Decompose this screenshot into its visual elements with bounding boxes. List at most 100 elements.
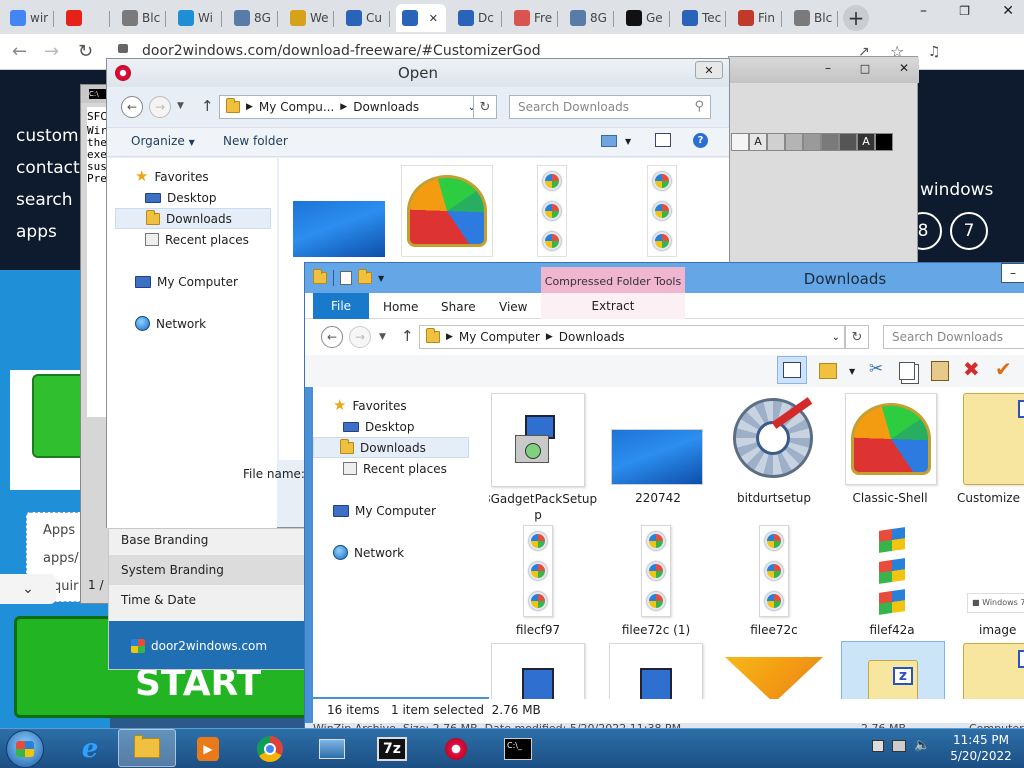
forward-icon[interactable]: → <box>44 41 59 62</box>
file-thumbnail[interactable] <box>727 391 819 485</box>
media-icon[interactable]: ♫ <box>928 44 941 60</box>
tree-my-computer[interactable]: My Computer <box>329 500 436 521</box>
tree-downloads[interactable]: Downloads <box>115 208 271 229</box>
new-folder-button[interactable]: New folder <box>223 134 288 148</box>
browser-tab[interactable]: Wi <box>172 4 222 32</box>
file-thumbnail[interactable] <box>875 525 909 617</box>
file-thumbnail-orbs[interactable] <box>537 165 567 257</box>
recent-dropdown-icon[interactable]: ▼ <box>379 332 386 342</box>
taskbar-ie[interactable]: e <box>64 730 116 768</box>
file-thumbnail-220742[interactable] <box>293 201 385 257</box>
folder-icon[interactable] <box>313 269 327 284</box>
close-button[interactable]: ✕ <box>695 61 723 79</box>
forward-button[interactable]: → <box>349 326 371 348</box>
tree-downloads[interactable]: Downloads <box>313 437 469 458</box>
tree-recent-places[interactable]: Recent places <box>339 458 447 479</box>
start-button[interactable] <box>6 730 44 768</box>
forward-button[interactable]: → <box>149 96 171 118</box>
breadcrumb-item[interactable]: Downloads <box>559 330 625 344</box>
taskbar-console[interactable]: C:\_ <box>492 730 544 768</box>
tree-network[interactable]: Network <box>329 542 404 563</box>
browser-tab[interactable]: 8G <box>228 4 278 32</box>
close-tab-icon[interactable]: ✕ <box>429 12 438 25</box>
taskbar-explorer[interactable] <box>118 729 176 767</box>
delete-icon[interactable]: ✖ <box>963 357 980 381</box>
back-icon[interactable]: ← <box>12 41 27 62</box>
search-input[interactable]: Search Downloads <box>883 325 1024 349</box>
tree-network[interactable]: Network <box>131 313 206 334</box>
network-tray-icon[interactable] <box>892 739 906 752</box>
customizer-row[interactable]: Time & Date <box>121 593 196 607</box>
nav-link[interactable]: customi <box>16 126 83 146</box>
organize-button[interactable]: Organize ▼ <box>131 134 195 148</box>
nav-link[interactable]: contact <box>16 158 80 178</box>
restore-icon[interactable]: ❐ <box>959 4 970 18</box>
ribbon-tab-view[interactable]: View <box>499 300 527 314</box>
taskbar-media-player[interactable]: ▶ <box>182 730 234 768</box>
preview-pane-icon[interactable] <box>655 133 671 147</box>
file-thumbnail-orbs[interactable] <box>647 165 677 257</box>
address-bar[interactable]: door2windows.com/download-freeware/#Cust… <box>142 43 541 59</box>
tree-favorites[interactable]: ★ Favorites <box>131 166 209 187</box>
file-thumbnail[interactable] <box>725 657 823 699</box>
browser-tab[interactable]: Tec <box>676 4 726 32</box>
file-thumbnail[interactable] <box>491 643 585 699</box>
new-tab-button[interactable]: + <box>843 5 869 31</box>
clock[interactable]: 11:45 PM 5/20/2022 <box>946 732 1016 764</box>
file-thumbnail[interactable]: z <box>963 643 1024 699</box>
tree-desktop[interactable]: Desktop <box>141 187 217 208</box>
color-swatch[interactable] <box>731 133 749 151</box>
customizer-row[interactable]: Base Branding <box>121 533 208 547</box>
color-swatch[interactable] <box>803 133 821 151</box>
browser-tab[interactable]: Cu <box>340 4 390 32</box>
version-circle[interactable]: 7 <box>950 212 988 250</box>
nav-link[interactable]: search <box>16 190 72 210</box>
file-thumbnail[interactable]: z <box>963 393 1024 485</box>
browser-tab[interactable]: Ge <box>620 4 670 32</box>
file-thumbnail[interactable] <box>611 429 703 485</box>
color-swatch[interactable] <box>767 133 785 151</box>
recent-dropdown-icon[interactable]: ▼ <box>177 101 184 111</box>
taskbar-chrome[interactable] <box>244 730 296 768</box>
folder-check-icon[interactable] <box>819 363 837 379</box>
browser-tab[interactable] <box>60 4 110 32</box>
color-swatch[interactable]: A <box>749 133 767 151</box>
footer-link[interactable]: door2windows.com <box>151 639 267 653</box>
address-box[interactable]: ▶ My Compu... ▶ Downloads ⌄ <box>219 95 493 119</box>
search-input[interactable]: Search Downloads ⚲ <box>509 95 711 119</box>
tree-recent-places[interactable]: Recent places <box>141 229 249 250</box>
color-swatch[interactable] <box>785 133 803 151</box>
file-thumbnail[interactable] <box>641 525 671 617</box>
back-button[interactable]: ← <box>121 96 143 118</box>
cut-icon[interactable]: ✂ <box>869 359 883 379</box>
taskbar-customizer[interactable] <box>430 730 482 768</box>
chevron-down-icon[interactable]: ▼ <box>378 274 384 283</box>
file-thumbnail[interactable] <box>845 393 937 485</box>
chevron-down-icon[interactable]: ▼ <box>849 367 855 376</box>
reload-icon[interactable]: ↻ <box>78 41 93 62</box>
taskbar-7zip[interactable]: 7z <box>366 730 418 768</box>
browser-tab[interactable]: Blc <box>116 4 166 32</box>
color-swatch[interactable] <box>821 133 839 151</box>
restore-icon[interactable]: □ <box>860 62 870 75</box>
tree-my-computer[interactable]: My Computer <box>131 271 238 292</box>
ribbon-tab-extract[interactable]: Extract <box>541 293 685 319</box>
flag-icon[interactable] <box>872 739 884 752</box>
chevron-down-icon[interactable]: ⌄ <box>832 332 840 343</box>
browser-tab[interactable]: Fre <box>508 4 558 32</box>
ribbon-tab-home[interactable]: Home <box>383 300 418 314</box>
browser-tab[interactable]: Fin <box>732 4 782 32</box>
minimize-icon[interactable]: – <box>920 3 927 19</box>
color-swatch[interactable]: A <box>857 133 875 151</box>
volume-icon[interactable]: 🔈 <box>914 738 930 753</box>
browser-tab[interactable]: Dc <box>452 4 502 32</box>
file-thumbnail[interactable] <box>523 525 553 617</box>
file-thumbnail[interactable] <box>491 393 585 487</box>
checkmark-icon[interactable]: ✔ <box>995 357 1012 381</box>
browser-tab[interactable]: Blc <box>788 4 838 32</box>
breadcrumb-item[interactable]: Downloads <box>353 100 419 114</box>
file-thumbnail-classic-shell[interactable] <box>401 165 493 257</box>
paste-icon[interactable] <box>931 361 949 381</box>
browser-tab[interactable]: wir <box>4 4 54 32</box>
refresh-button[interactable]: ↻ <box>473 95 497 119</box>
